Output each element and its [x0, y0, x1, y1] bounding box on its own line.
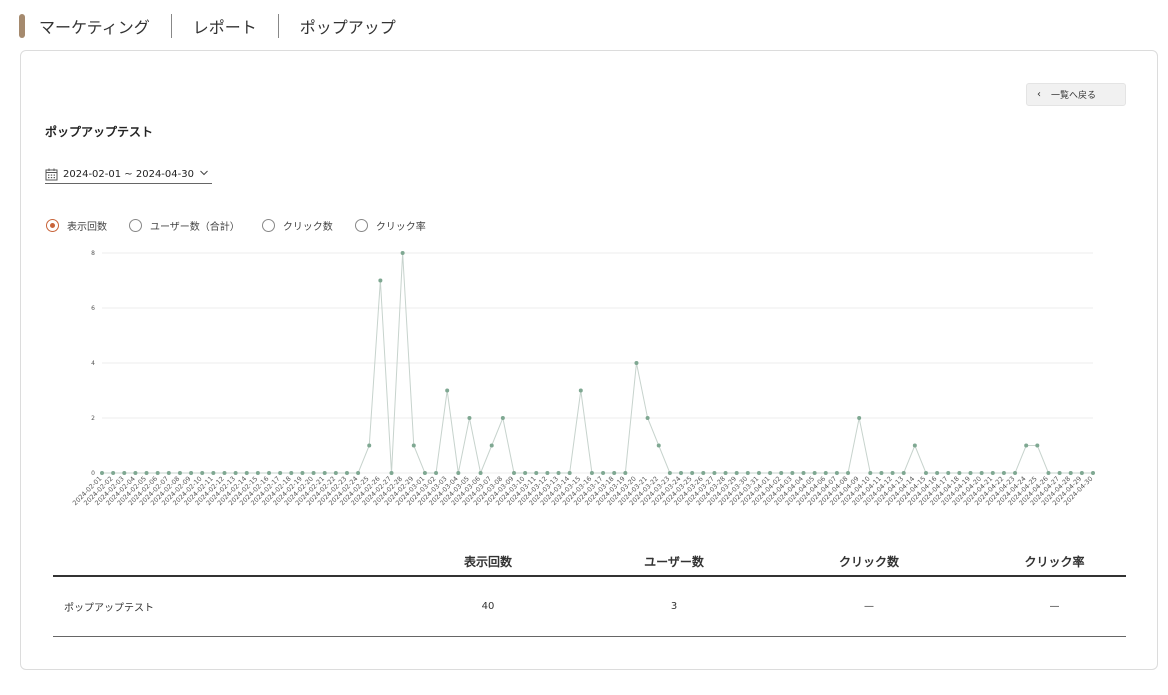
back-to-list-button[interactable]: ‹ 一覧へ戻る	[1026, 83, 1126, 106]
metric-radio-group: 表示回数 ユーザー数（合計） クリック数 クリック率	[46, 218, 448, 233]
radio-click-rate[interactable]: クリック率	[354, 218, 426, 233]
stats-table: 表示回数 ユーザー数 クリック数 クリック率 ポップアップテスト 40 3 — …	[53, 548, 1126, 637]
table-cell-views: 40	[383, 576, 593, 637]
radio-label: クリック率	[375, 222, 426, 233]
radio-circle-icon	[46, 219, 59, 232]
table-cell-users: 3	[593, 576, 755, 637]
table-header-clicks: クリック数	[755, 548, 983, 577]
table-header-click-rate: クリック率	[983, 548, 1126, 577]
breadcrumb-item-popup: ポップアップ	[299, 18, 396, 37]
breadcrumb-accent-bar	[19, 14, 25, 38]
radio-circle-icon	[354, 219, 368, 232]
table-header-name	[53, 548, 383, 577]
radio-views[interactable]: 表示回数	[46, 218, 107, 233]
breadcrumb-item-marketing[interactable]: マーケティング	[39, 14, 150, 38]
chevron-left-icon: ‹	[1037, 89, 1041, 100]
radio-label: ユーザー数（合計）	[150, 222, 240, 233]
page-title: ポップアップテスト	[45, 125, 154, 139]
radio-users-total[interactable]: ユーザー数（合計）	[129, 218, 240, 233]
back-to-list-label: 一覧へ戻る	[1051, 91, 1097, 101]
date-range-value: 2024-02-01 ~ 2024-04-30	[63, 168, 194, 180]
radio-circle-icon	[261, 219, 275, 232]
table-header-views: 表示回数	[383, 548, 593, 577]
breadcrumb-separator	[170, 14, 172, 38]
table-cell-name: ポップアップテスト	[53, 576, 383, 637]
radio-label: 表示回数	[67, 222, 107, 233]
table-header-row: 表示回数 ユーザー数 クリック数 クリック率	[53, 548, 1126, 577]
table-cell-click-rate: —	[983, 576, 1126, 637]
radio-clicks[interactable]: クリック数	[261, 218, 333, 233]
table-row: ポップアップテスト 40 3 — —	[53, 576, 1126, 637]
calendar-icon	[45, 168, 58, 180]
table-cell-clicks: —	[755, 576, 983, 637]
breadcrumb-item-report[interactable]: レポート	[193, 14, 257, 38]
breadcrumb: マーケティング レポート ポップアップ	[19, 13, 396, 39]
breadcrumb-separator	[277, 14, 279, 38]
table-header-users: ユーザー数	[593, 548, 755, 577]
chevron-down-icon	[200, 170, 208, 176]
radio-circle-icon	[129, 219, 142, 232]
radio-label: クリック数	[282, 222, 333, 233]
date-range-select[interactable]: 2024-02-01 ~ 2024-04-30	[45, 165, 212, 184]
